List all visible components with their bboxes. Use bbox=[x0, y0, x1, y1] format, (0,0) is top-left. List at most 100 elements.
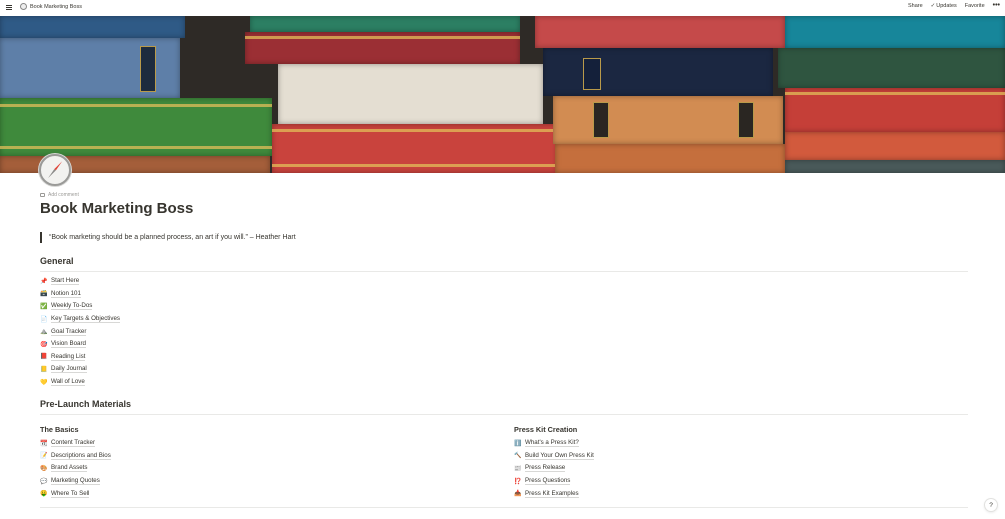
favorite-button[interactable]: Favorite bbox=[965, 3, 985, 9]
document-icon: 📄 bbox=[40, 316, 48, 323]
page-link-label: Weekly To-Dos bbox=[51, 302, 93, 311]
divider bbox=[40, 507, 968, 508]
share-button[interactable]: Share bbox=[908, 3, 923, 9]
add-comment-button[interactable]: Add comment bbox=[40, 192, 79, 198]
mountain-icon: ⛰️ bbox=[40, 329, 48, 336]
more-options-icon[interactable]: ••• bbox=[993, 2, 1000, 9]
page-link-label: Goal Tracker bbox=[51, 327, 87, 336]
checkmark-icon: ✅ bbox=[40, 303, 48, 310]
updates-button[interactable]: ✓Updates bbox=[931, 3, 957, 9]
hammer-icon: 🔨 bbox=[514, 453, 522, 460]
heart-icon: 💛 bbox=[40, 379, 48, 386]
palette-icon: 🎨 bbox=[40, 465, 48, 472]
spine-band bbox=[272, 164, 557, 167]
newspaper-icon: 📰 bbox=[514, 465, 522, 472]
page-link-goal-tracker[interactable]: ⛰️ Goal Tracker bbox=[40, 325, 120, 338]
target-icon: 🎯 bbox=[40, 341, 48, 348]
page-link-notion-101[interactable]: 🗃️ Notion 101 bbox=[40, 288, 120, 301]
compass-needle bbox=[46, 160, 63, 180]
speech-bubble-icon: 💬 bbox=[40, 478, 48, 485]
question-exclamation-icon: ⁉️ bbox=[514, 478, 522, 485]
page-compass-icon[interactable] bbox=[39, 154, 71, 186]
page-link-label: Notion 101 bbox=[51, 289, 81, 298]
page-link-label: Brand Assets bbox=[51, 464, 88, 473]
basics-list: 📆 Content Tracker 📝 Descriptions and Bios … bbox=[40, 437, 111, 500]
compass-icon bbox=[20, 3, 27, 10]
general-list: 📌 Start Here 🗃️ Notion 101 ✅ Weekly To-Dos … bbox=[40, 275, 121, 389]
spine-label bbox=[593, 102, 609, 138]
page-title[interactable]: Book Marketing Boss bbox=[40, 200, 193, 217]
page-link-label: Daily Journal bbox=[51, 365, 87, 374]
cover-image bbox=[0, 16, 1005, 173]
book-spine bbox=[555, 144, 785, 173]
top-bar: Book Marketing Boss Share ✓Updates Favor… bbox=[0, 0, 1005, 15]
updates-label: Updates bbox=[936, 3, 957, 9]
book-spine bbox=[553, 96, 783, 144]
page-link-label: What's a Press Kit? bbox=[525, 439, 579, 448]
page-link-label: Wall of Love bbox=[51, 378, 85, 387]
page-link-label: Press Kit Examples bbox=[525, 489, 579, 498]
page-link-content-tracker[interactable]: 📆 Content Tracker bbox=[40, 437, 111, 450]
page-link-press-release[interactable]: 📰 Press Release bbox=[514, 462, 594, 475]
page-link-brand-assets[interactable]: 🎨 Brand Assets bbox=[40, 462, 111, 475]
spine-band bbox=[0, 146, 272, 149]
inbox-icon: 📥 bbox=[514, 491, 522, 498]
page-link-marketing-quotes[interactable]: 💬 Marketing Quotes bbox=[40, 475, 111, 488]
book-spine bbox=[785, 88, 1005, 132]
page-link-start-here[interactable]: 📌 Start Here bbox=[40, 275, 120, 288]
page-link-label: Build Your Own Press Kit bbox=[525, 451, 594, 460]
page-link-label: Marketing Quotes bbox=[51, 477, 100, 486]
spine-label bbox=[738, 102, 754, 138]
page-link-weekly-todos[interactable]: ✅ Weekly To-Dos bbox=[40, 300, 120, 313]
book-spine bbox=[250, 16, 520, 32]
basics-heading: The Basics bbox=[40, 425, 79, 434]
breadcrumb[interactable]: Book Marketing Boss bbox=[20, 3, 82, 10]
general-heading: General bbox=[40, 256, 74, 266]
page-link-label: Start Here bbox=[51, 277, 80, 286]
book-spine bbox=[278, 64, 543, 124]
spine-band bbox=[785, 92, 1005, 95]
page-link-wall-of-love[interactable]: 💛 Wall of Love bbox=[40, 376, 120, 389]
book-spine bbox=[535, 16, 785, 48]
sidebar-menu-icon[interactable] bbox=[6, 5, 12, 10]
book-spine bbox=[245, 32, 520, 64]
page-link-build-press-kit[interactable]: 🔨 Build Your Own Press Kit bbox=[514, 450, 594, 463]
page-link-whats-a-press-kit[interactable]: ℹ️ What's a Press Kit? bbox=[514, 437, 594, 450]
page-link-descriptions-bios[interactable]: 📝 Descriptions and Bios bbox=[40, 450, 111, 463]
info-icon: ℹ️ bbox=[514, 440, 522, 447]
book-spine bbox=[785, 132, 1005, 160]
page-link-label: Key Targets & Objectives bbox=[51, 315, 121, 324]
prelaunch-heading: Pre-Launch Materials bbox=[40, 399, 132, 409]
book-spine bbox=[778, 48, 1005, 88]
card-box-icon: 🗃️ bbox=[40, 291, 48, 298]
comment-icon bbox=[40, 193, 45, 197]
book-spine bbox=[0, 38, 180, 98]
book-spine bbox=[785, 160, 1005, 173]
notebook-icon: 📒 bbox=[40, 366, 48, 373]
quote-block[interactable]: “Book marketing should be a planned proc… bbox=[40, 232, 296, 243]
help-button[interactable]: ? bbox=[985, 499, 997, 511]
book-spine bbox=[272, 124, 557, 173]
pin-icon: 📌 bbox=[40, 278, 48, 285]
page-link-label: Descriptions and Bios bbox=[51, 451, 111, 460]
spine-band bbox=[272, 129, 557, 132]
spine-band bbox=[245, 36, 520, 39]
page-link-daily-journal[interactable]: 📒 Daily Journal bbox=[40, 363, 120, 376]
spine-band bbox=[0, 104, 272, 107]
page-link-key-targets[interactable]: 📄 Key Targets & Objectives bbox=[40, 313, 121, 326]
page-link-label: Vision Board bbox=[51, 340, 86, 349]
spine-label bbox=[583, 58, 601, 90]
page-link-reading-list[interactable]: 📕 Reading List bbox=[40, 351, 120, 364]
add-comment-label: Add comment bbox=[48, 192, 79, 198]
page-link-vision-board[interactable]: 🎯 Vision Board bbox=[40, 338, 120, 351]
calendar-icon: 📆 bbox=[40, 440, 48, 447]
spine-label bbox=[140, 46, 156, 92]
page-link-press-questions[interactable]: ⁉️ Press Questions bbox=[514, 475, 594, 488]
page-link-where-to-sell[interactable]: 🤑 Where To Sell bbox=[40, 487, 111, 500]
presskit-heading: Press Kit Creation bbox=[514, 425, 578, 434]
divider bbox=[40, 414, 968, 415]
page-link-press-kit-examples[interactable]: 📥 Press Kit Examples bbox=[514, 487, 594, 500]
page-link-label: Where To Sell bbox=[51, 489, 90, 498]
presskit-list: ℹ️ What's a Press Kit? 🔨 Build Your Own Pr… bbox=[514, 437, 594, 500]
page-link-label: Press Release bbox=[525, 464, 566, 473]
